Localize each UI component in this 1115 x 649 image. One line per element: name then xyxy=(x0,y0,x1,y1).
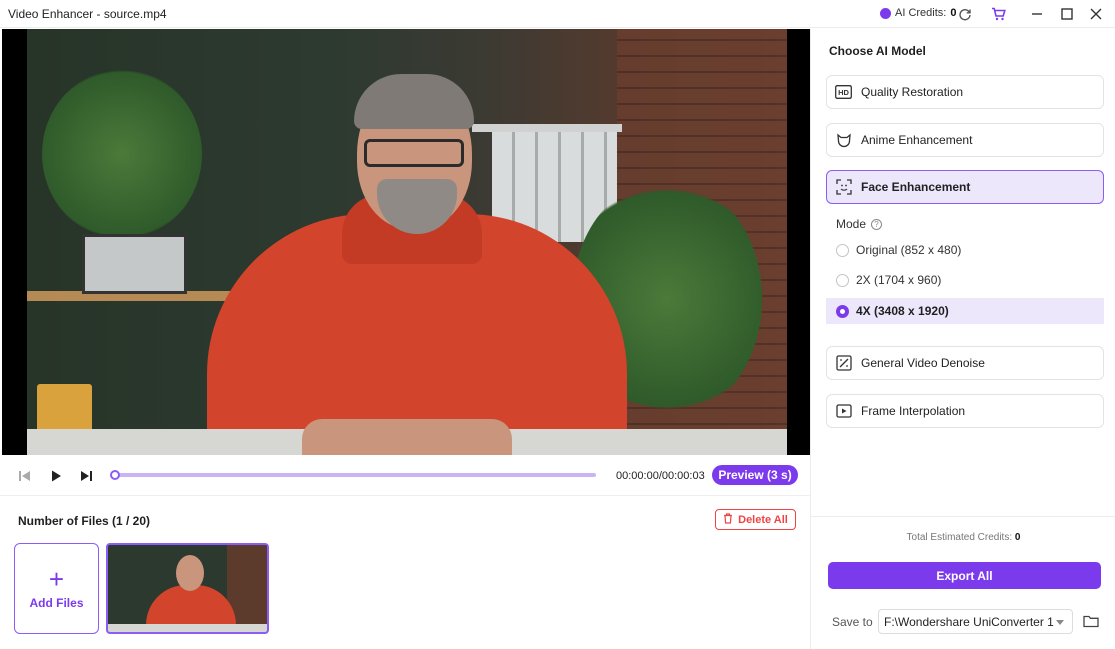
video-preview[interactable] xyxy=(2,29,810,455)
add-files-label: Add Files xyxy=(29,595,84,610)
mode-option-label: Original (852 x 480) xyxy=(856,243,962,257)
frame-icon xyxy=(835,403,852,420)
play-icon[interactable] xyxy=(48,468,64,484)
mode-option-original[interactable]: Original (852 x 480) xyxy=(826,237,1104,263)
plus-icon: + xyxy=(48,563,65,594)
model-general-video-denoise[interactable]: General Video Denoise xyxy=(826,346,1104,380)
model-quality-restoration[interactable]: HD Quality Restoration xyxy=(826,75,1104,109)
svg-text:HD: HD xyxy=(838,88,849,97)
help-icon[interactable]: ? xyxy=(871,218,883,230)
files-count-label: Number of Files (1 / 20) xyxy=(18,514,151,528)
trash-icon xyxy=(723,512,733,527)
mode-option-4x[interactable]: 4X (3408 x 1920) xyxy=(826,298,1104,324)
refresh-icon[interactable] xyxy=(956,5,974,23)
progress-track[interactable] xyxy=(112,473,596,477)
model-frame-interpolation[interactable]: Frame Interpolation xyxy=(826,394,1104,428)
mode-option-label: 2X (1704 x 960) xyxy=(856,273,942,287)
mode-label-row: Mode ? xyxy=(836,217,883,231)
hd-icon: HD xyxy=(835,84,852,101)
face-scan-icon xyxy=(835,179,852,196)
add-files-button[interactable]: + Add Files xyxy=(14,543,99,634)
model-label: Face Enhancement xyxy=(861,180,971,194)
maximize-icon[interactable] xyxy=(1058,5,1076,23)
estimated-credits-label: Total Estimated Credits: xyxy=(906,532,1013,543)
model-label: Quality Restoration xyxy=(861,85,964,99)
estimated-credits-value: 0 xyxy=(1014,532,1021,543)
model-anime-enhancement[interactable]: Anime Enhancement xyxy=(826,123,1104,157)
mode-option-label: 4X (3408 x 1920) xyxy=(856,304,949,318)
export-all-button[interactable]: Export All xyxy=(828,562,1101,589)
window-title: Video Enhancer - source.mp4 xyxy=(8,7,167,21)
model-face-enhancement[interactable]: Face Enhancement xyxy=(826,170,1104,204)
delete-all-label: Delete All xyxy=(738,513,788,526)
video-enhancer-window: Video Enhancer - source.mp4 AI Credits: … xyxy=(0,0,1115,649)
progress-handle[interactable] xyxy=(110,470,120,480)
chevron-down-icon xyxy=(1056,620,1064,625)
title-bar: Video Enhancer - source.mp4 AI Credits: … xyxy=(0,0,1115,28)
model-label: Frame Interpolation xyxy=(861,404,966,418)
mode-label: Mode xyxy=(836,217,867,231)
save-to-label: Save to xyxy=(832,615,873,629)
mode-option-2x[interactable]: 2X (1704 x 960) xyxy=(826,267,1104,293)
previous-frame-icon[interactable] xyxy=(17,468,33,484)
save-path-value: F:\Wondershare UniConverter 1 xyxy=(884,614,1054,629)
coin-icon xyxy=(880,7,891,19)
preview-button[interactable]: Preview (3 s) xyxy=(712,465,798,485)
close-icon[interactable] xyxy=(1087,5,1105,23)
mode-options: Mode ? Original (852 x 480) 2X (1704 x 9… xyxy=(826,206,1104,334)
ai-credits-label: AI Credits: xyxy=(895,7,947,19)
folder-icon[interactable] xyxy=(1082,612,1100,630)
ai-model-panel: Choose AI Model HD Quality Restoration A… xyxy=(810,29,1115,649)
estimated-credits: Total Estimated Credits: 0 xyxy=(811,532,1115,543)
minimize-icon[interactable] xyxy=(1028,5,1046,23)
next-frame-icon[interactable] xyxy=(78,468,94,484)
time-readout: 00:00:00/00:00:03 xyxy=(616,470,705,482)
radio-icon xyxy=(836,273,849,287)
save-path-select[interactable]: F:\Wondershare UniConverter 1 xyxy=(878,609,1073,634)
radio-icon xyxy=(836,243,849,257)
model-label: Anime Enhancement xyxy=(861,133,973,147)
ai-credits: AI Credits: 0 xyxy=(880,7,956,19)
video-thumbnail[interactable] xyxy=(106,543,269,634)
denoise-icon xyxy=(835,355,852,372)
cart-icon[interactable] xyxy=(989,5,1007,23)
anime-icon xyxy=(835,132,852,149)
delete-all-button[interactable]: Delete All xyxy=(715,509,796,530)
model-label: General Video Denoise xyxy=(861,356,985,370)
radio-selected-icon xyxy=(836,304,849,318)
panel-title: Choose AI Model xyxy=(829,44,926,58)
